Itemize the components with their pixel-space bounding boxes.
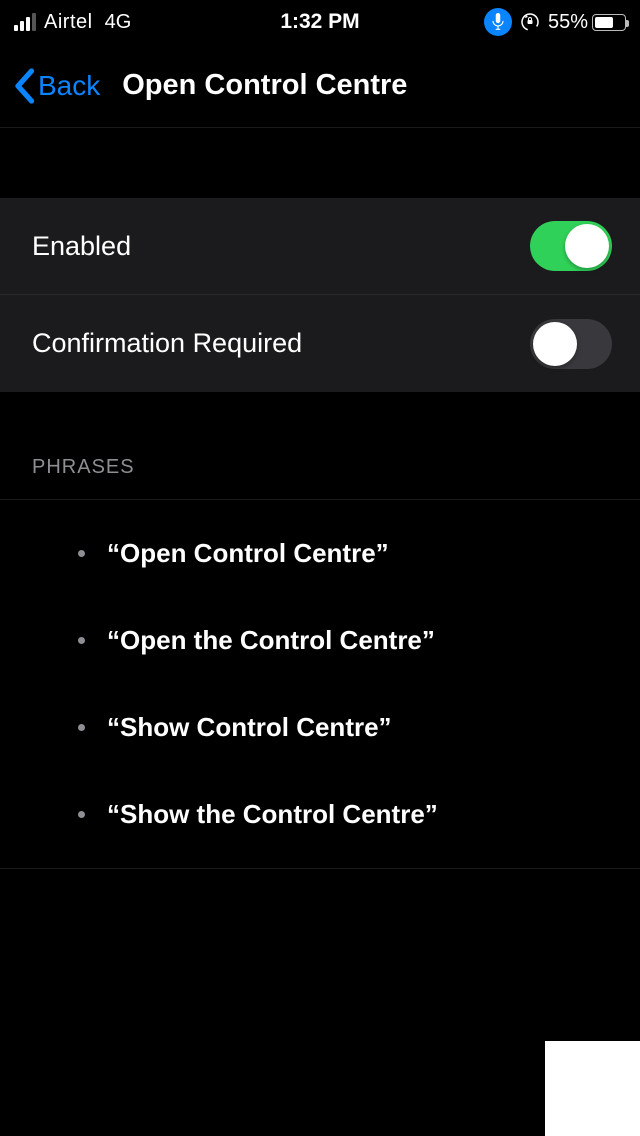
status-right: 55% xyxy=(484,8,626,36)
microphone-icon xyxy=(484,8,512,36)
signal-icon xyxy=(14,13,36,31)
row-confirmation: Confirmation Required xyxy=(0,295,640,392)
battery-icon xyxy=(592,14,626,31)
status-bar: Airtel 4G 1:32 PM 55% xyxy=(0,0,640,44)
confirmation-toggle[interactable] xyxy=(530,319,612,369)
carrier-label: Airtel xyxy=(44,11,93,34)
clock: 1:32 PM xyxy=(280,10,359,34)
status-left: Airtel 4G xyxy=(14,11,131,34)
bullet-icon xyxy=(78,724,85,731)
chevron-left-icon xyxy=(12,68,36,104)
enabled-toggle[interactable] xyxy=(530,221,612,271)
list-item: “Open the Control Centre” xyxy=(0,597,640,684)
back-button[interactable]: Back xyxy=(12,68,100,104)
confirmation-label: Confirmation Required xyxy=(32,328,302,359)
phrase-text: “Show Control Centre” xyxy=(107,712,392,743)
phrases-header: PHRASES xyxy=(0,392,640,499)
corner-overlay xyxy=(545,1041,640,1136)
list-item: “Show Control Centre” xyxy=(0,684,640,771)
phrase-text: “Show the Control Centre” xyxy=(107,799,438,830)
network-type: 4G xyxy=(105,11,132,34)
back-label: Back xyxy=(38,70,100,102)
settings-group: Enabled Confirmation Required xyxy=(0,198,640,392)
page-title: Open Control Centre xyxy=(122,69,407,102)
spacer xyxy=(0,128,640,198)
bullet-icon xyxy=(78,811,85,818)
battery-indicator: 55% xyxy=(548,11,626,34)
enabled-label: Enabled xyxy=(32,231,131,262)
row-enabled: Enabled xyxy=(0,198,640,295)
list-item: “Show the Control Centre” xyxy=(0,771,640,858)
bullet-icon xyxy=(78,637,85,644)
battery-percent: 55% xyxy=(548,11,588,34)
phrases-list: “Open Control Centre” “Open the Control … xyxy=(0,499,640,869)
list-item: “Open Control Centre” xyxy=(0,510,640,597)
nav-bar: Back Open Control Centre xyxy=(0,44,640,128)
orientation-lock-icon xyxy=(520,12,540,32)
bullet-icon xyxy=(78,550,85,557)
phrase-text: “Open the Control Centre” xyxy=(107,625,435,656)
phrase-text: “Open Control Centre” xyxy=(107,538,389,569)
